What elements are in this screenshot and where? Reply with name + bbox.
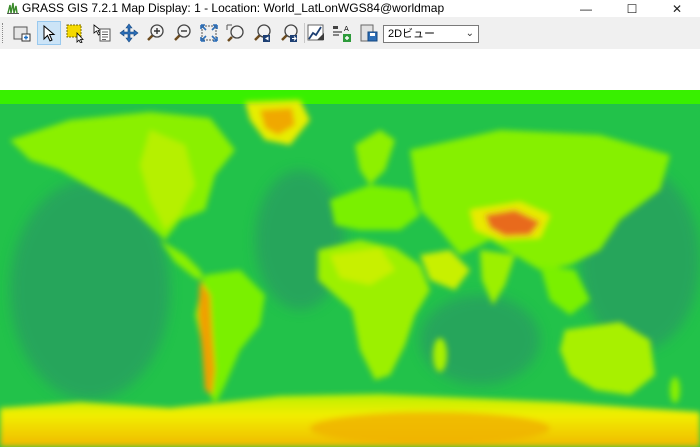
toolbar-grip[interactable] <box>2 23 6 43</box>
zoom-options-button[interactable] <box>277 21 301 45</box>
select-vector-icon <box>66 24 84 43</box>
query-icon <box>93 24 111 42</box>
add-overlay-button[interactable]: A <box>330 21 354 45</box>
maximize-button[interactable]: ☐ <box>609 0 655 17</box>
zoom-out-icon <box>174 24 191 41</box>
pointer-icon <box>43 24 56 42</box>
save-icon <box>360 24 378 42</box>
view-mode-select[interactable]: 2Dビュー ⌄ <box>383 25 479 43</box>
zoom-extent-icon <box>200 24 218 42</box>
analyze-icon <box>307 24 324 41</box>
grass-app-icon <box>7 2 19 14</box>
minimize-button[interactable]: — <box>563 0 609 17</box>
maximize-icon: ☐ <box>626 1 638 16</box>
zoom-back-icon <box>254 24 271 42</box>
pan-icon <box>119 23 139 43</box>
pan-button[interactable] <box>117 21 141 45</box>
zoom-extent-button[interactable] <box>197 21 221 45</box>
select-vector-button[interactable] <box>63 21 87 45</box>
chevron-down-icon: ⌄ <box>465 28 474 39</box>
map-canvas[interactable] <box>0 49 700 447</box>
minimize-icon: — <box>580 1 592 16</box>
title-bar: GRASS GIS 7.2.1 Map Display: 1 - Locatio… <box>0 0 700 17</box>
pointer-button[interactable] <box>37 21 61 45</box>
analyze-button[interactable] <box>304 21 328 45</box>
close-icon: ✕ <box>671 1 683 16</box>
map-toolbar: A <box>0 17 700 50</box>
svg-text:A: A <box>344 25 349 33</box>
window-title: GRASS GIS 7.2.1 Map Display: 1 - Locatio… <box>22 1 445 15</box>
add-overlay-icon: A <box>333 25 351 42</box>
zoom-region-button[interactable] <box>223 21 247 45</box>
zoom-options-icon <box>281 24 298 42</box>
zoom-region-icon <box>226 24 244 42</box>
view-mode-value: 2Dビュー <box>388 28 436 40</box>
zoom-in-button[interactable] <box>143 21 167 45</box>
zoom-back-button[interactable] <box>250 21 274 45</box>
save-display-button[interactable] <box>357 21 381 45</box>
elevation-raster-map[interactable] <box>0 90 700 447</box>
render-map-icon <box>13 26 31 42</box>
query-button[interactable] <box>90 21 114 45</box>
zoom-out-button[interactable] <box>170 21 194 45</box>
zoom-in-icon <box>147 24 164 41</box>
render-map-button[interactable] <box>10 21 34 45</box>
close-button[interactable]: ✕ <box>654 0 700 17</box>
